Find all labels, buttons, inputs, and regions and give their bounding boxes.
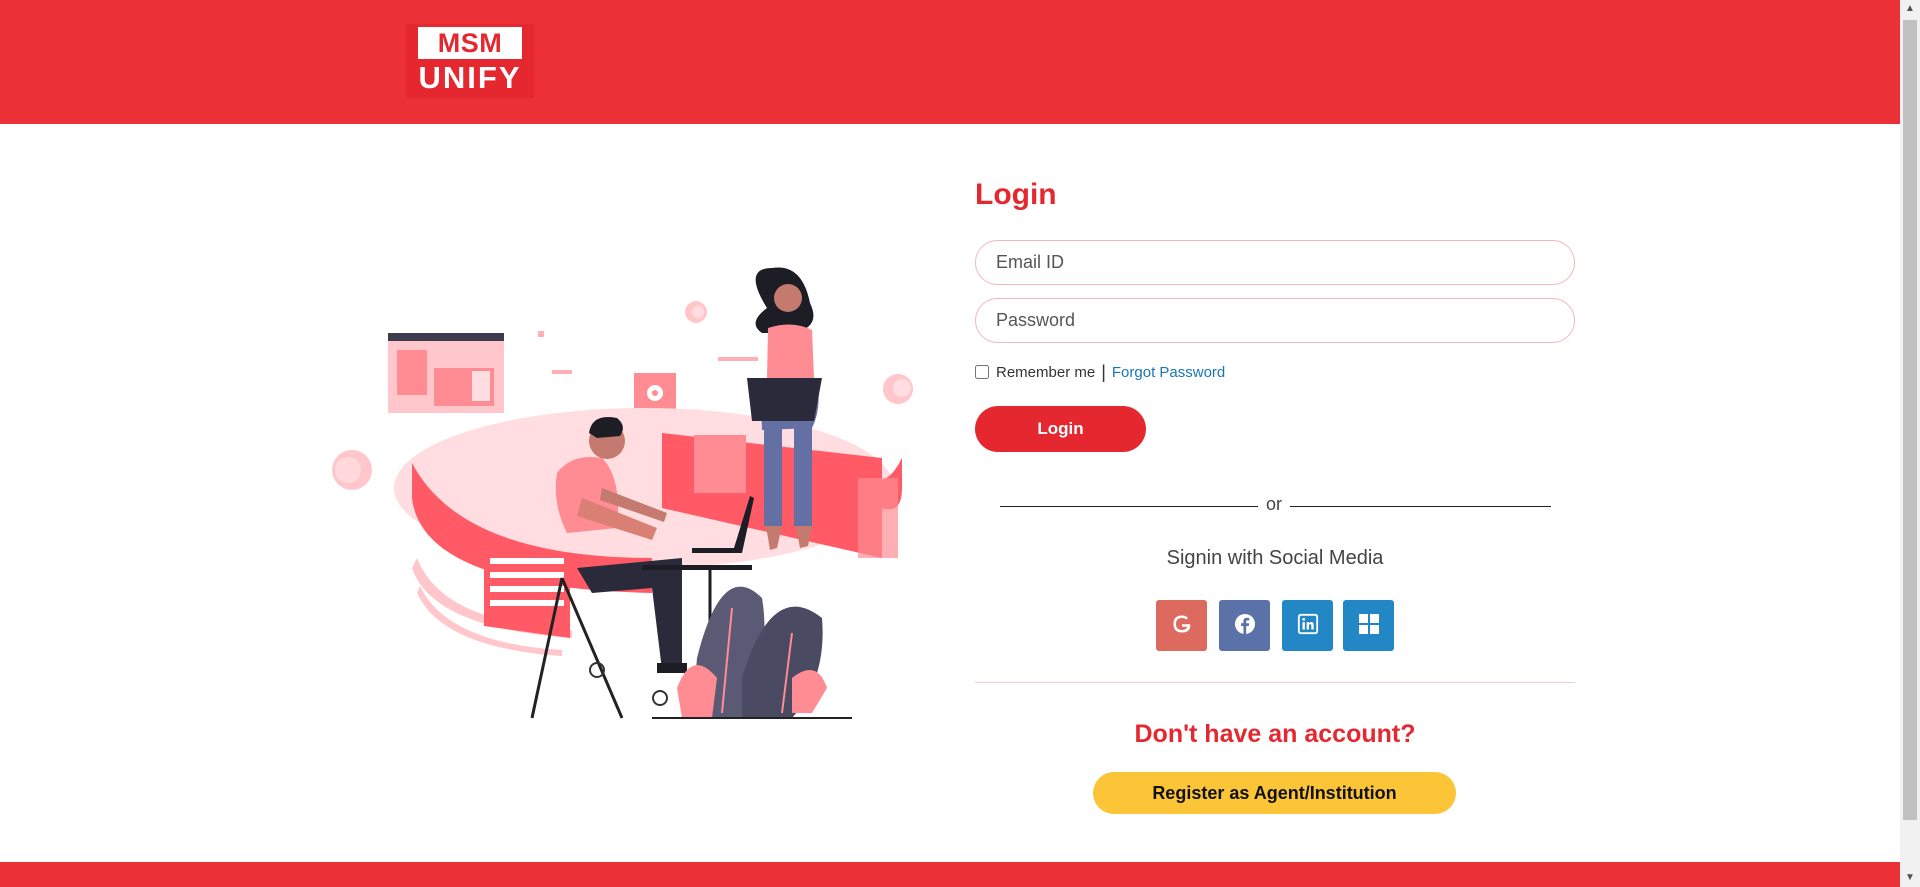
login-title: Login (975, 178, 1057, 211)
vertical-scrollbar[interactable]: ▲ ▼ (1900, 0, 1920, 887)
logo-text-top: MSM (418, 27, 522, 59)
forgot-password-link[interactable]: Forgot Password (1112, 364, 1225, 381)
divider-line-right (1290, 506, 1551, 507)
remember-row: Remember me | Forgot Password (975, 360, 1225, 384)
login-button[interactable]: Login (975, 406, 1146, 452)
linkedin-signin-button[interactable] (1282, 600, 1333, 651)
scroll-down-arrow-icon[interactable]: ▼ (1900, 869, 1920, 887)
msm-unify-logo[interactable]: MSM UNIFY (406, 24, 534, 98)
facebook-icon (1233, 612, 1257, 639)
remember-me-label[interactable]: Remember me (996, 364, 1095, 381)
register-agent-button[interactable]: Register as Agent/Institution (1093, 772, 1456, 814)
header-bar: MSM UNIFY (0, 0, 1900, 124)
google-signin-button[interactable] (1156, 600, 1207, 651)
windows-icon (1358, 613, 1380, 638)
people-working-illustration (332, 267, 913, 719)
facebook-signin-button[interactable] (1219, 600, 1270, 651)
divider-line-left (1000, 506, 1258, 507)
google-icon (1170, 612, 1194, 639)
social-signin-title: Signin with Social Media (1166, 547, 1384, 569)
no-account-heading: Don't have an account? (1134, 720, 1416, 748)
footer-bar (0, 862, 1900, 887)
scroll-thumb[interactable] (1903, 20, 1917, 820)
password-field[interactable] (975, 298, 1575, 343)
linkedin-icon (1297, 613, 1319, 638)
scroll-up-arrow-icon[interactable]: ▲ (1900, 0, 1920, 18)
separator: | (1101, 361, 1106, 382)
or-text: or (1265, 494, 1282, 514)
email-field[interactable] (975, 240, 1575, 285)
logo-text-bottom: UNIFY (418, 60, 522, 95)
remember-me-checkbox[interactable] (975, 365, 989, 379)
section-divider (975, 682, 1575, 683)
or-divider: or (1000, 494, 1551, 518)
windows-signin-button[interactable] (1343, 600, 1394, 651)
